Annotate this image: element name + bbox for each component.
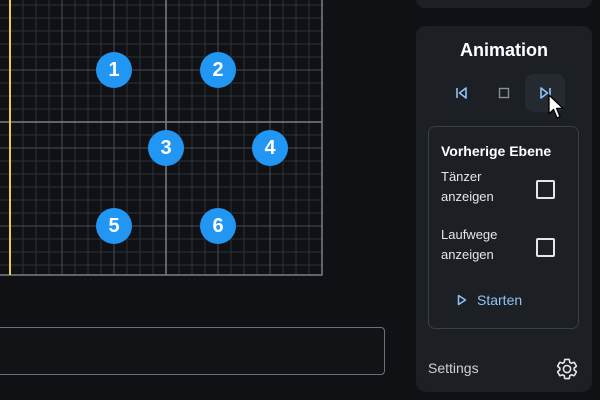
dancer-5[interactable]: 5 xyxy=(96,208,132,244)
stop-icon xyxy=(498,87,510,99)
app-root: 1 2 3 4 5 6 Animation Vorherige Ebene Tä… xyxy=(0,0,600,400)
play-icon xyxy=(457,294,467,306)
dancer-label: 2 xyxy=(212,58,224,81)
show-dancers-label: Tänzer anzeigen xyxy=(441,169,494,204)
upper-panel-edge xyxy=(416,0,592,8)
start-button[interactable]: Starten xyxy=(457,289,522,311)
animation-panel: Animation Vorherige Ebene Tänzer anzeige… xyxy=(416,26,592,392)
settings-label: Settings xyxy=(428,360,479,376)
previous-layer-card: Vorherige Ebene Tänzer anzeigen Laufwege… xyxy=(428,126,579,329)
skip-to-end-button[interactable] xyxy=(525,74,565,112)
dancer-label: 1 xyxy=(108,58,120,81)
previous-layer-title: Vorherige Ebene xyxy=(441,143,552,159)
gear-icon[interactable] xyxy=(555,357,579,381)
show-paths-label: Laufwege anzeigen xyxy=(441,227,498,262)
animation-title: Animation xyxy=(460,40,548,60)
show-dancers-checkbox[interactable] xyxy=(536,180,555,199)
dancer-2[interactable]: 2 xyxy=(200,52,236,88)
dancer-1[interactable]: 1 xyxy=(96,52,132,88)
dancer-label: 4 xyxy=(264,136,276,159)
dancer-label: 6 xyxy=(212,214,224,237)
bottom-input-field[interactable] xyxy=(0,327,385,375)
stage-grid[interactable]: 1 2 3 4 5 6 xyxy=(0,0,325,278)
stop-button[interactable] xyxy=(484,74,524,112)
dancer-6[interactable]: 6 xyxy=(200,208,236,244)
skip-to-start-icon xyxy=(456,87,467,99)
dancer-4[interactable]: 4 xyxy=(252,130,288,166)
skip-to-end-icon xyxy=(540,87,551,99)
dancer-label: 5 xyxy=(108,214,120,237)
skip-to-start-button[interactable] xyxy=(442,74,482,112)
start-label: Starten xyxy=(477,292,523,308)
show-paths-checkbox[interactable] xyxy=(536,238,555,257)
dancer-3[interactable]: 3 xyxy=(148,130,184,166)
dancer-label: 3 xyxy=(160,136,172,159)
